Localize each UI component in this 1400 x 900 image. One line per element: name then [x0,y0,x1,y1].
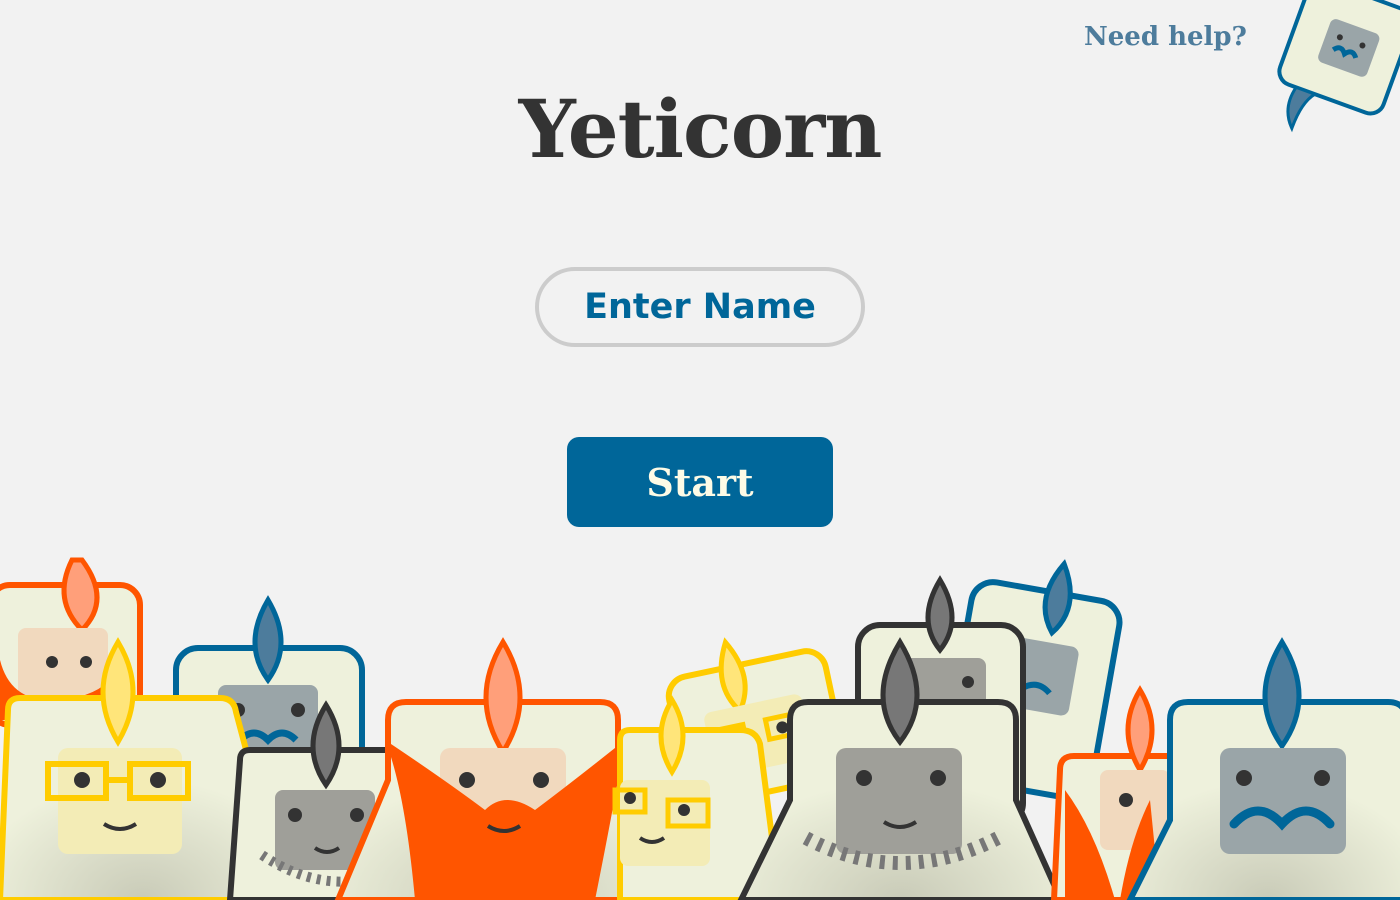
yeti-blue-front-right [1126,637,1400,900]
page-title: Yeticorn [518,82,883,176]
start-button[interactable]: Start [567,437,833,527]
name-input[interactable] [535,267,865,347]
help-link[interactable]: Need help? [1084,22,1247,52]
yeti-helper-icon[interactable] [1258,0,1400,140]
yeticorn-crowd-illustration [0,557,1400,900]
